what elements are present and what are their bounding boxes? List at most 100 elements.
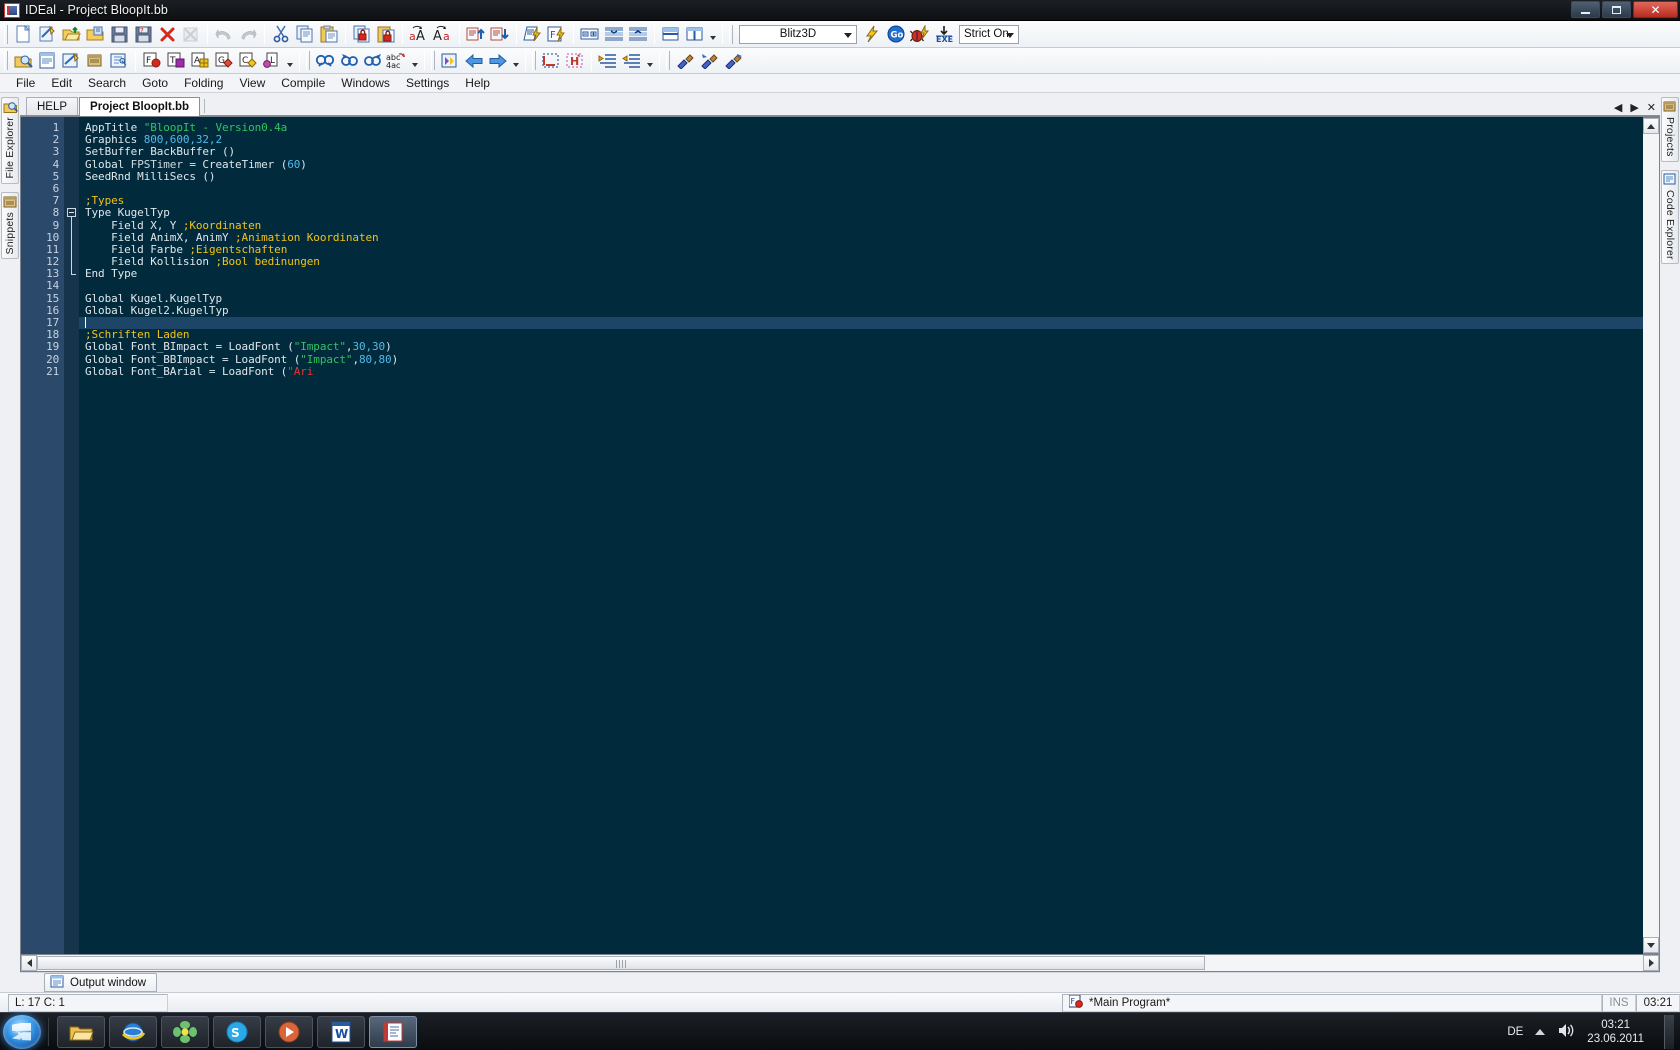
code-line[interactable]: Graphics 800,600,32,2 [85,134,1643,146]
sidebar-item-snippets[interactable]: Snippets [1,192,19,259]
show-hidden-icons-icon[interactable] [1535,1029,1545,1035]
symbols-options-dropdown[interactable] [284,51,295,71]
move-line-up-icon[interactable] [465,23,487,45]
code-line[interactable]: Global Kugel2.KugelTyp [85,305,1643,317]
code-explorer-icon[interactable] [108,50,130,72]
start-orb[interactable] [3,1015,41,1049]
labels-list-icon[interactable]: L [261,50,283,72]
tabs-scroll-left-icon[interactable]: ◀ [1614,103,1622,114]
uppercase-icon[interactable]: Aa [432,23,454,45]
taskbar-media-player[interactable] [161,1016,209,1048]
run-script-icon[interactable] [522,23,544,45]
split-vertical-icon[interactable] [684,23,706,45]
build-exe-icon[interactable]: EXE [933,23,955,45]
find-previous-icon[interactable] [338,50,360,72]
functions-list-icon[interactable]: F [141,50,163,72]
menu-compile[interactable]: Compile [273,74,333,93]
find-options-dropdown[interactable] [409,51,420,71]
tab-help[interactable]: HELP [26,97,78,115]
toggle-fold-icon[interactable] [579,23,601,45]
hscroll-thumb[interactable] [37,956,1205,970]
code-editor[interactable]: 123456789101112131415161718192021 AppTit… [20,116,1660,955]
scroll-down-button[interactable] [1643,937,1659,953]
code-line[interactable]: Global Kugel.KugelTyp [85,293,1643,305]
close-button[interactable]: ✕ [1633,1,1678,18]
save-as-icon[interactable]: ? [132,23,154,45]
paste-icon[interactable] [318,23,340,45]
lowercase-icon[interactable]: aA [408,23,430,45]
snippets-icon[interactable] [60,50,82,72]
code-line[interactable]: Field Kollision ;Bool bedinungen [85,256,1643,268]
function-flash-icon[interactable]: F [546,23,568,45]
scroll-right-button[interactable] [1643,955,1659,971]
menu-edit[interactable]: Edit [43,74,80,93]
bookmark-previous-icon[interactable] [698,50,720,72]
code-line[interactable]: Global Font_BArial = LoadFont ("Ari [85,366,1643,378]
scroll-left-button[interactable] [21,955,37,971]
volume-icon[interactable] [1557,1023,1575,1041]
copy-icon[interactable] [294,23,316,45]
code-line[interactable]: SeedRnd MilliSecs () [85,171,1643,183]
constants-list-icon[interactable]: C [237,50,259,72]
navigate-forward-icon[interactable] [487,50,509,72]
debug-icon[interactable] [909,23,931,45]
taskbar-word[interactable]: W [317,1016,365,1048]
bookmark-toggle-icon[interactable] [674,50,696,72]
split-options-dropdown[interactable] [707,24,718,44]
globals-list-icon[interactable]: G [213,50,235,72]
scroll-up-button[interactable] [1643,118,1659,134]
code-line[interactable]: AppTitle "BloopIt - Version0.4a [85,122,1643,134]
code-line[interactable]: ;Types [85,195,1643,207]
close-file-icon[interactable] [156,23,178,45]
taskbar-player[interactable] [265,1016,313,1048]
open-project-icon[interactable] [84,23,106,45]
toolbar-grip[interactable] [306,51,310,70]
editor-horizontal-scrollbar[interactable] [20,955,1660,972]
menu-windows[interactable]: Windows [333,74,398,93]
menu-search[interactable]: Search [80,74,134,93]
select-block-icon[interactable] [540,50,562,72]
fold-toggle-icon[interactable] [67,208,76,217]
file-explorer-icon[interactable] [12,50,34,72]
menu-folding[interactable]: Folding [176,74,231,93]
menu-view[interactable]: View [231,74,273,93]
compile-run-icon[interactable] [861,23,883,45]
code-line[interactable] [85,280,1643,292]
code-line[interactable]: End Type [85,268,1643,280]
replace-icon[interactable]: abc4ac [386,50,408,72]
scroll-track[interactable] [1643,134,1659,937]
editor-vertical-scrollbar[interactable] [1643,117,1660,954]
new-file-icon[interactable] [12,23,34,45]
taskbar-skype[interactable]: S [213,1016,261,1048]
taskbar-windows-explorer[interactable] [57,1016,105,1048]
projects-icon[interactable] [84,50,106,72]
minimize-button[interactable] [1571,1,1600,18]
code-line[interactable]: Field AnimX, AnimY ;Animation Koordinate… [85,232,1643,244]
code-content[interactable]: AppTitle "BloopIt - Version0.4aGraphics … [79,117,1643,954]
toolbar-grip[interactable] [729,25,733,44]
open-file-icon[interactable] [60,23,82,45]
toolbar-grip[interactable] [4,51,8,70]
find-next-icon[interactable] [362,50,384,72]
menu-settings[interactable]: Settings [398,74,457,93]
cut-icon[interactable] [270,23,292,45]
sidebar-item-file-explorer[interactable]: File Explorer [1,97,19,184]
code-line[interactable]: Global FPSTimer = CreateTimer (60) [85,159,1643,171]
fold-all-icon[interactable] [603,23,625,45]
copy-secure-icon[interactable] [351,23,373,45]
toolbar-grip[interactable] [431,51,435,70]
output-window-icon[interactable] [36,50,58,72]
new-from-template-icon[interactable] [36,23,58,45]
find-icon[interactable] [314,50,336,72]
indent-icon[interactable] [597,50,619,72]
taskbar-ideal[interactable] [369,1016,417,1048]
tab-project-bloopit[interactable]: Project BloopIt.bb [79,97,200,116]
language-select[interactable]: Blitz3D [739,25,857,44]
tab-output-window[interactable]: Output window [44,973,157,992]
toolbar-grip[interactable] [532,51,536,70]
tray-clock[interactable]: 03:21 23.06.2011 [1587,1018,1644,1046]
tabs-scroll-right-icon[interactable]: ▶ [1630,103,1638,114]
hscroll-track[interactable] [37,955,1643,971]
tray-language[interactable]: DE [1507,1026,1523,1038]
maximize-button[interactable] [1602,1,1631,18]
